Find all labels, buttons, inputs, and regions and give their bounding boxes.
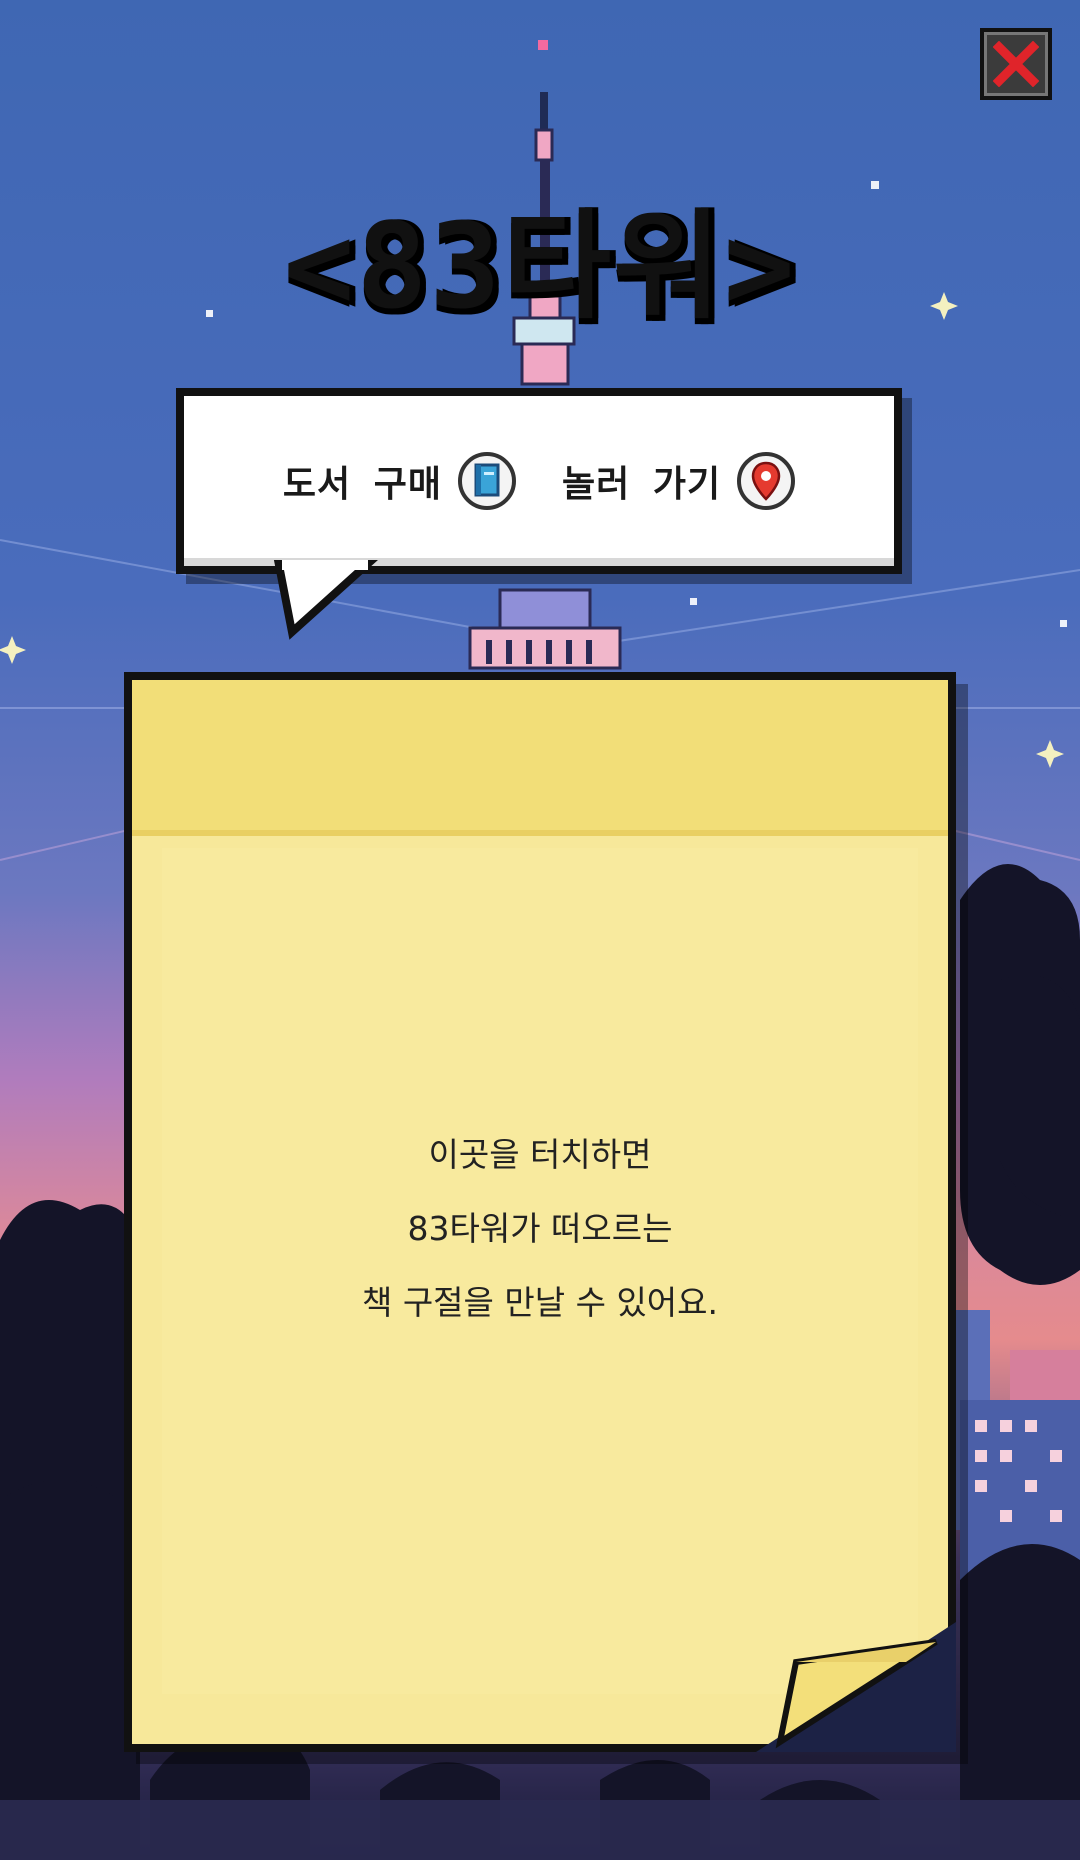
page-title: <83타워> — [283, 197, 797, 335]
note-line: 책 구절을 만날 수 있어요. — [361, 1283, 719, 1322]
visit-button[interactable]: 놀러 가기 — [562, 452, 796, 510]
note-line: 83타워가 떠오르는 — [407, 1209, 673, 1248]
sticky-note-tap-area[interactable]: 이곳을 터치하면 83타워가 떠오르는 책 구절을 만날 수 있어요. — [124, 672, 956, 1752]
buy-book-label: 도서 구매 — [282, 464, 442, 505]
close-button[interactable] — [980, 28, 1052, 100]
location-pin-icon — [737, 452, 796, 510]
note-tape-band — [132, 680, 948, 836]
close-icon — [993, 41, 1039, 87]
note-instructions: 이곳을 터치하면 83타워가 떠오르는 책 구절을 만날 수 있어요. — [132, 1118, 948, 1340]
page-curl-corner — [756, 1622, 956, 1752]
book-icon — [458, 452, 516, 510]
buy-book-button[interactable]: 도서 구매 — [283, 452, 516, 510]
speech-bubble-tail — [273, 560, 378, 640]
menu-speech-bubble: 도서 구매 놀러 가기 — [176, 388, 902, 574]
note-line: 이곳을 터치하면 — [428, 1135, 652, 1174]
visit-label: 놀러 가기 — [562, 464, 722, 505]
